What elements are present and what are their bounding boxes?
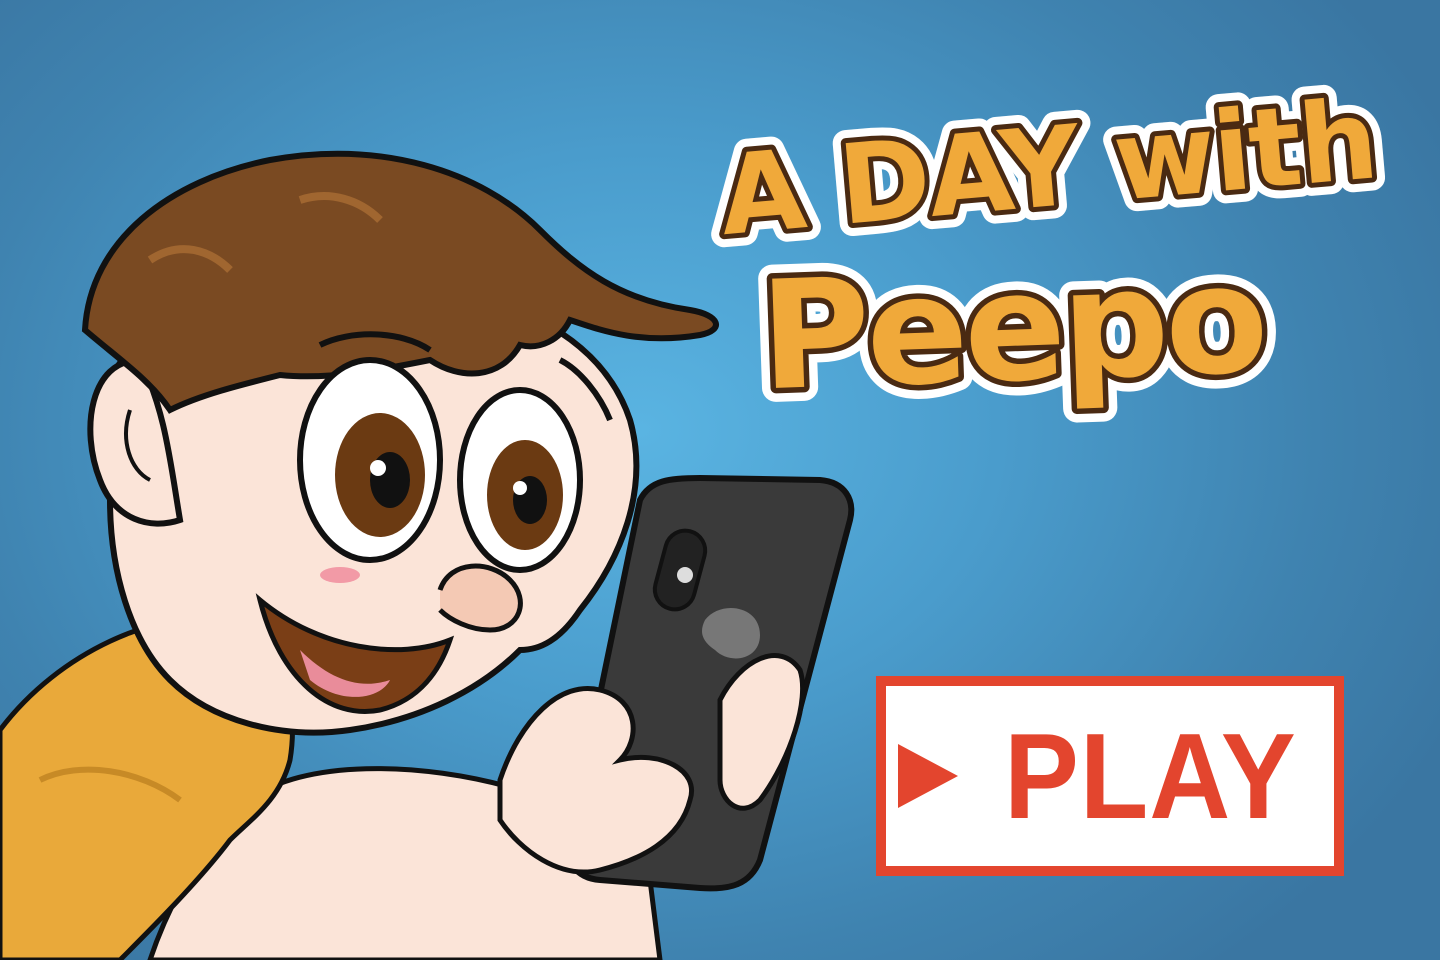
title-line2-outline: Peepo (757, 233, 1267, 424)
title-line1-outline: A DAY with (715, 75, 1381, 260)
play-triangle-icon (897, 744, 958, 808)
play-button-label: PLAY (1003, 708, 1297, 844)
title-screen: A DAY with A DAY with Peepo Peepo PLAY (0, 0, 1440, 960)
game-title: A DAY with A DAY with Peepo Peepo (702, 62, 1394, 438)
play-button[interactable]: PLAY (876, 676, 1344, 876)
